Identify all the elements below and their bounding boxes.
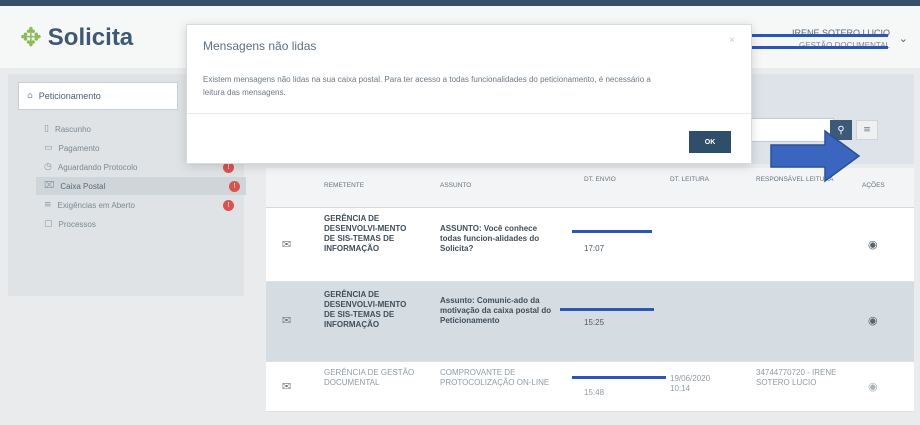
- close-icon[interactable]: ×: [729, 35, 735, 46]
- arrow-right-icon: [770, 129, 861, 183]
- ok-button[interactable]: OK: [689, 131, 731, 153]
- unread-messages-modal: Mensagens não lidas × Existem mensagens …: [186, 24, 861, 183]
- modal-body: Existem mensagens não lidas na sua caixa…: [203, 75, 651, 97]
- modal-divider: [187, 113, 751, 114]
- modal-title: Mensagens não lidas: [203, 39, 317, 53]
